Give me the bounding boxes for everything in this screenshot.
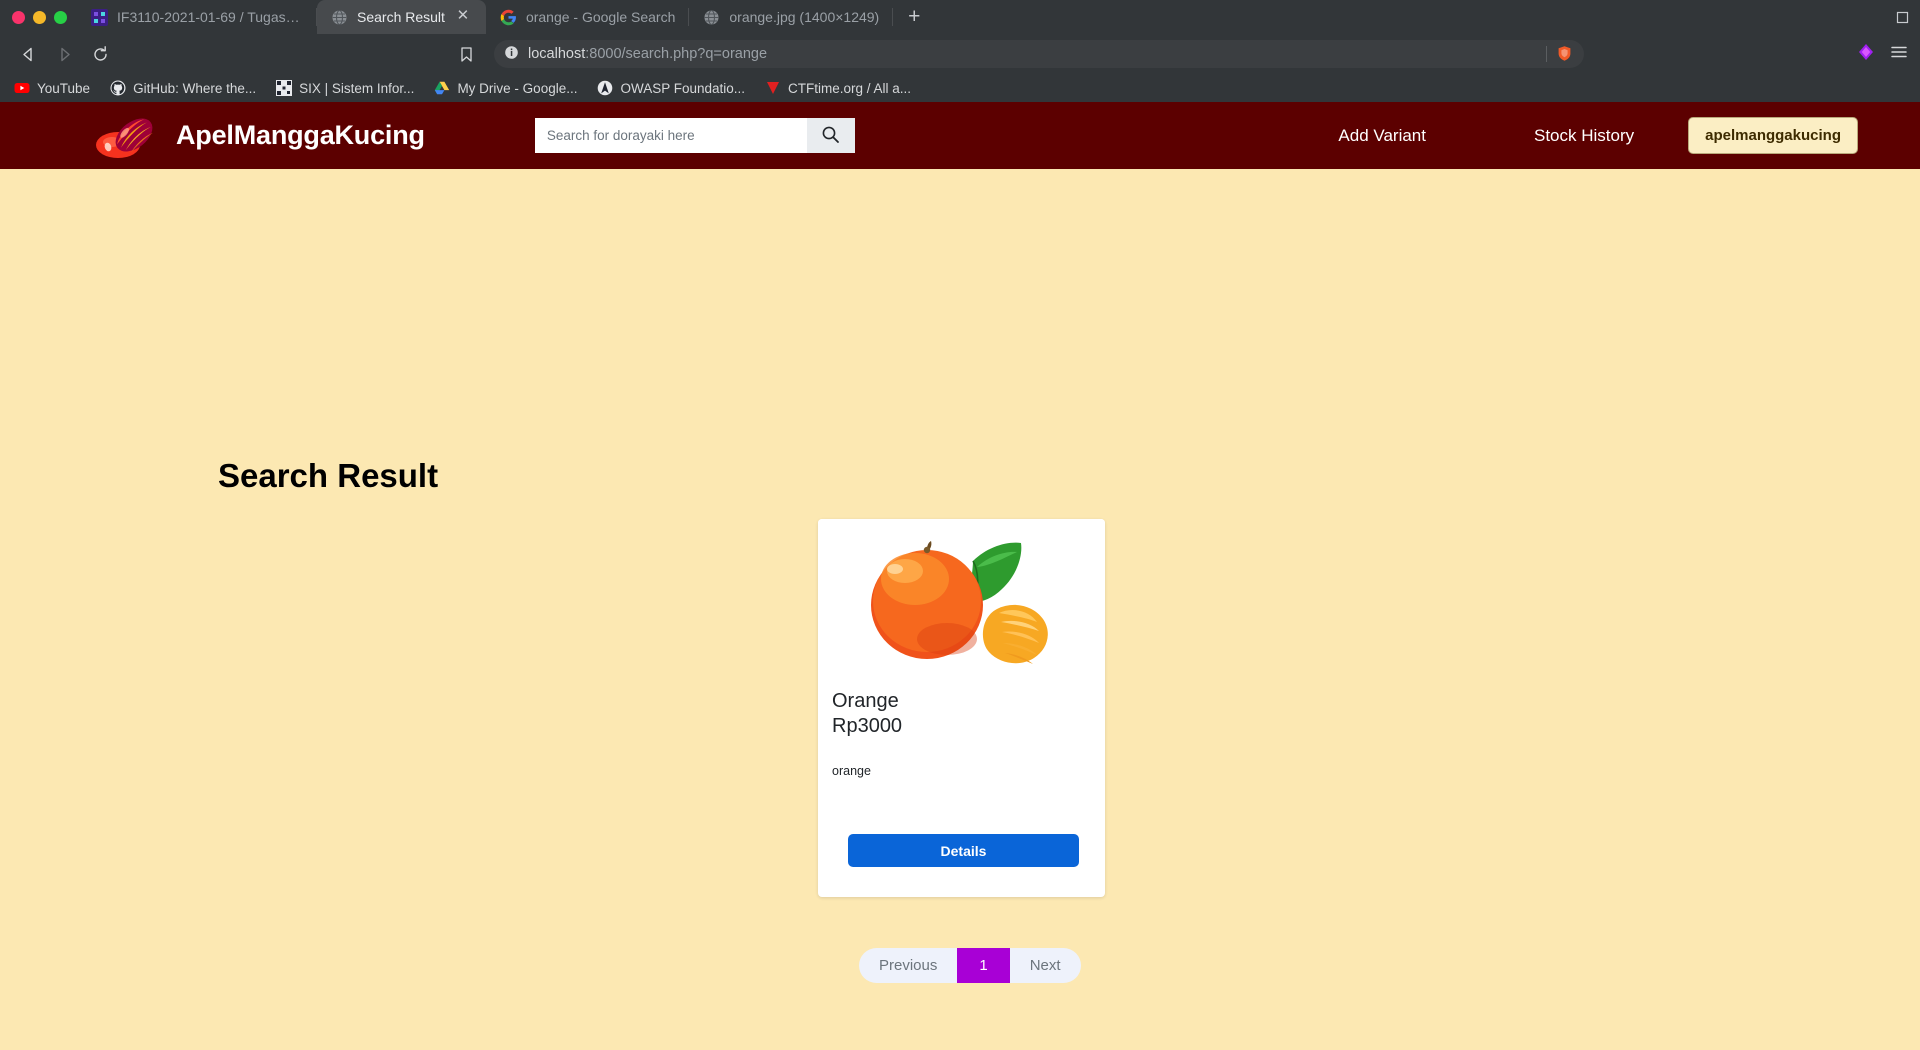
- nav-link-stock-history[interactable]: Stock History: [1480, 126, 1688, 146]
- pagination-previous[interactable]: Previous: [859, 948, 957, 983]
- bookmark-six[interactable]: SIX | Sistem Infor...: [276, 80, 414, 96]
- toolbar-right: [1840, 42, 1908, 67]
- product-description: orange: [832, 763, 871, 778]
- product-card[interactable]: Orange Rp3000 orange Details: [818, 519, 1105, 897]
- back-button[interactable]: [12, 38, 44, 70]
- bookmark-owasp[interactable]: OWASP Foundatio...: [597, 80, 745, 96]
- bookmark-label: GitHub: Where the...: [133, 80, 257, 96]
- tab-title: IF3110-2021-01-69 / Tugas Besar 1: [117, 9, 303, 25]
- pagination-page-1[interactable]: 1: [957, 948, 1010, 983]
- bookmark-button[interactable]: [450, 38, 482, 70]
- new-tab-button[interactable]: +: [899, 2, 929, 32]
- window-minimize-button[interactable]: [33, 10, 46, 24]
- product-image: [818, 519, 1105, 679]
- bookmark-label: SIX | Sistem Infor...: [299, 80, 415, 96]
- bookmarks-bar: YouTube GitHub: Where the... SIX | Siste…: [0, 74, 1920, 102]
- hamburger-menu-icon[interactable]: [1890, 43, 1908, 66]
- youtube-icon: [14, 80, 30, 96]
- browser-chrome: IF3110-2021-01-69 / Tugas Besar 1 Search…: [0, 0, 1920, 102]
- apel-mangga-kucing-logo: [88, 112, 160, 160]
- google-drive-icon: [434, 80, 450, 96]
- ctftime-icon: [765, 80, 781, 96]
- address-bar[interactable]: localhost:8000/search.php?q=orange: [494, 40, 1584, 68]
- reload-button[interactable]: [84, 38, 116, 70]
- product-card-body: Orange Rp3000 orange: [818, 679, 1105, 778]
- omnibox-divider: [1546, 46, 1547, 62]
- window-close-button[interactable]: [12, 10, 25, 24]
- browser-tab-orange-image[interactable]: orange.jpg (1400×1249): [689, 0, 894, 34]
- bookmark-label: OWASP Foundatio...: [620, 80, 746, 96]
- six-icon: [276, 80, 293, 96]
- brand[interactable]: ApelManggaKucing: [88, 112, 425, 160]
- bookmark-label: CTFtime.org / All a...: [788, 80, 912, 96]
- globe-favicon: [703, 9, 720, 26]
- url-text: localhost:8000/search.php?q=orange: [528, 46, 768, 62]
- browser-tab-github[interactable]: IF3110-2021-01-69 / Tugas Besar 1: [77, 0, 317, 34]
- window-controls: [8, 0, 77, 34]
- bookmark-youtube[interactable]: YouTube: [14, 80, 90, 96]
- product-price: Rp3000: [832, 714, 903, 737]
- site-header: ApelManggaKucing Add Variant Stock Histo…: [0, 102, 1920, 169]
- browser-tab-search-result[interactable]: Search Result ✕: [317, 0, 486, 34]
- globe-favicon: [331, 9, 348, 26]
- bookmark-ctftime[interactable]: CTFtime.org / All a...: [765, 80, 911, 96]
- info-circle-icon[interactable]: [504, 45, 519, 64]
- bookmark-label: My Drive - Google...: [457, 80, 578, 96]
- pagination: Previous 1 Next: [859, 948, 1081, 983]
- bookmark-github[interactable]: GitHub: Where the...: [110, 80, 256, 96]
- search-icon: [821, 125, 840, 147]
- forward-button[interactable]: [48, 38, 80, 70]
- search-input[interactable]: [534, 118, 807, 153]
- page-content: Search Result Orange Rp3000 orange Detai…: [0, 169, 1920, 1050]
- product-name: Orange: [832, 690, 899, 712]
- bookmark-my-drive[interactable]: My Drive - Google...: [434, 80, 577, 96]
- browser-toolbar: localhost:8000/search.php?q=orange: [0, 34, 1920, 74]
- page-title: Search Result: [218, 457, 439, 494]
- brave-shield-icon[interactable]: [1556, 45, 1574, 63]
- tab-strip: IF3110-2021-01-69 / Tugas Besar 1 Search…: [0, 0, 1920, 34]
- bookmark-label: YouTube: [37, 80, 91, 96]
- google-favicon: [500, 9, 517, 26]
- search-form: [534, 118, 855, 153]
- pagination-next[interactable]: Next: [1010, 948, 1081, 983]
- header-nav: Add Variant Stock History apelmanggakuci…: [1284, 117, 1920, 154]
- user-badge[interactable]: apelmanggakucing: [1688, 117, 1858, 154]
- github-icon: [110, 80, 126, 96]
- window-buttons-right: [1894, 0, 1910, 34]
- tab-title: orange - Google Search: [525, 9, 676, 25]
- window-maximize-icon[interactable]: [1894, 9, 1910, 25]
- brand-name: ApelManggaKucing: [176, 120, 425, 150]
- tab-title: Search Result: [357, 9, 445, 25]
- brave-rewards-icon[interactable]: [1856, 42, 1876, 67]
- window-maximize-button[interactable]: [54, 10, 67, 24]
- close-icon[interactable]: ✕: [454, 8, 472, 26]
- search-button[interactable]: [806, 118, 855, 153]
- github-favicon: [91, 8, 108, 26]
- details-button[interactable]: Details: [848, 834, 1079, 867]
- owasp-icon: [597, 80, 613, 96]
- browser-tab-google-search[interactable]: orange - Google Search: [486, 0, 690, 34]
- tab-title: orange.jpg (1400×1249): [729, 9, 880, 25]
- nav-link-add-variant[interactable]: Add Variant: [1284, 126, 1480, 146]
